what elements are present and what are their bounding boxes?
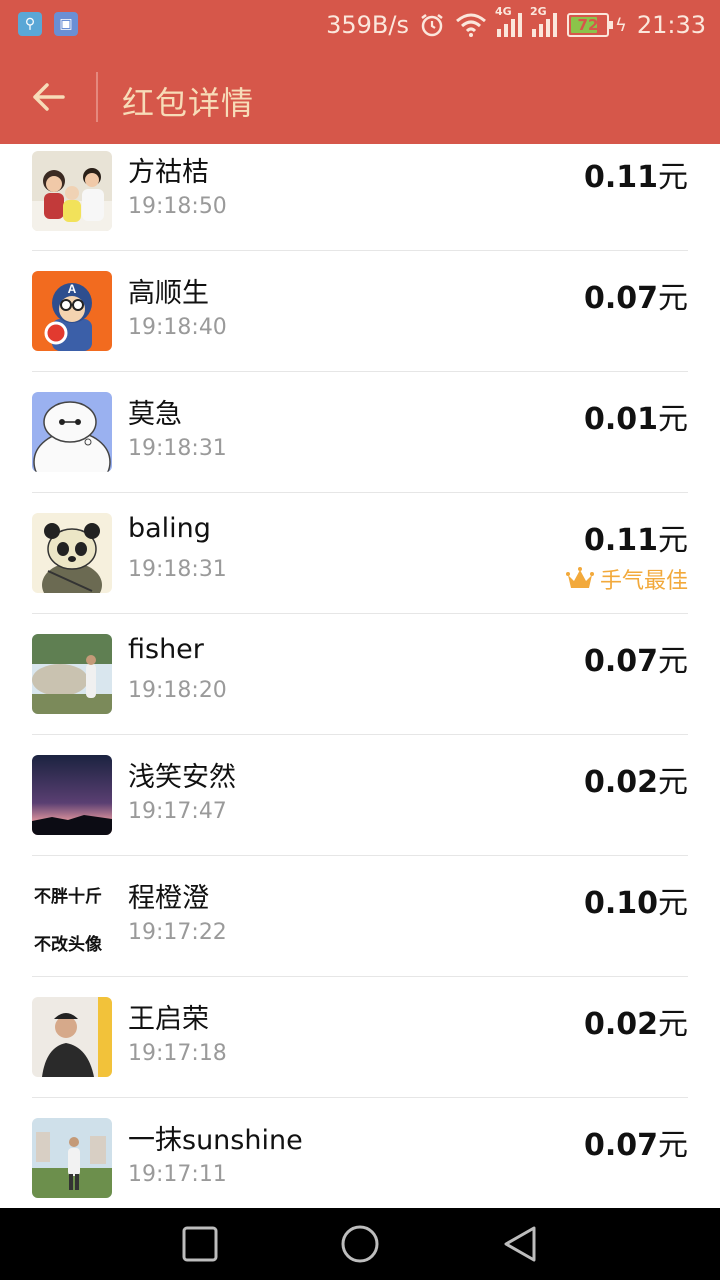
avatar — [32, 1118, 112, 1198]
net-speed: 359B/s — [326, 11, 409, 39]
back-icon[interactable] — [500, 1224, 540, 1264]
amount: 0.10元 — [583, 886, 688, 921]
list-item[interactable]: fisher 19:18:20 0.07元 — [0, 614, 720, 735]
back-button[interactable] — [20, 70, 76, 124]
user-name: 高顺生 — [128, 278, 209, 309]
battery-icon: 72 — [566, 13, 613, 37]
avatar — [32, 755, 112, 835]
list-item[interactable]: A 高顺生 19:18:40 0.07元 — [0, 251, 720, 372]
recent-apps-icon[interactable] — [180, 1224, 220, 1264]
avatar: 不胖十斤 不改头像 — [32, 876, 112, 956]
best-luck-label: 手气最佳 — [599, 569, 688, 594]
grab-time: 19:17:11 — [128, 1162, 227, 1187]
amount: 0.07元 — [583, 1128, 688, 1163]
home-icon[interactable] — [340, 1224, 380, 1264]
wifi-icon — [455, 13, 486, 37]
grab-time: 19:17:47 — [128, 799, 227, 824]
list-item[interactable]: 王启荣 19:17:18 0.02元 — [0, 977, 720, 1098]
user-name: fisher — [128, 634, 204, 665]
avatar — [32, 392, 112, 472]
grab-time: 19:18:50 — [128, 194, 227, 219]
list-item[interactable]: 浅笑安然 19:17:47 0.02元 — [0, 735, 720, 856]
grab-time: 19:18:31 — [128, 436, 227, 461]
avatar-text-line: 不改头像 — [34, 935, 102, 955]
amount: 0.11元 — [583, 523, 688, 558]
grab-time: 19:18:31 — [128, 557, 227, 582]
user-name: 程橙澄 — [128, 883, 209, 914]
grab-time: 19:18:20 — [128, 678, 227, 703]
app-bar: 红包详情 — [0, 50, 720, 144]
user-name: 王启荣 — [128, 1004, 209, 1035]
header-divider — [96, 72, 98, 122]
amount: 0.02元 — [583, 1007, 688, 1042]
avatar: A — [32, 271, 112, 351]
signal-icon: 4G — [495, 5, 522, 37]
avatar — [32, 997, 112, 1077]
best-luck-badge: 手气最佳 — [565, 563, 688, 595]
usb-icon: ⚲ — [18, 12, 42, 36]
avatar — [32, 151, 112, 231]
list-item[interactable]: baling 19:18:31 0.11元 手气最佳 — [0, 493, 720, 614]
avatar-text-line: 不胖十斤 — [34, 887, 102, 907]
svg-text:A: A — [68, 282, 77, 296]
signal-icon: 2G — [530, 5, 557, 37]
user-name: 方祜桔 — [128, 157, 209, 188]
user-name: 浅笑安然 — [128, 762, 236, 793]
avatar — [32, 513, 112, 593]
user-name: 一抹sunshine — [128, 1125, 303, 1156]
user-name: 莫急 — [128, 399, 182, 430]
battery-level: 72 — [577, 16, 599, 34]
list-item[interactable]: 莫急 19:18:31 0.01元 — [0, 372, 720, 493]
charging-icon: ϟ — [614, 14, 627, 36]
page-title: 红包详情 — [122, 84, 255, 122]
clock: 21:33 — [636, 11, 706, 39]
user-name: baling — [128, 513, 211, 544]
grab-time: 19:17:22 — [128, 920, 227, 945]
signal-4g-label: 4G — [494, 5, 512, 18]
crown-icon — [565, 567, 594, 588]
grab-time: 19:17:18 — [128, 1041, 227, 1066]
grab-time: 19:18:40 — [128, 315, 227, 340]
amount: 0.01元 — [583, 402, 688, 437]
arrow-left-icon — [33, 83, 65, 111]
system-nav-bar — [0, 1208, 720, 1280]
amount: 0.07元 — [583, 281, 688, 316]
signal-2g-label: 2G — [529, 5, 547, 18]
amount: 0.02元 — [583, 765, 688, 800]
list-item[interactable]: 方祜桔 19:18:50 0.11元 — [0, 144, 720, 251]
red-packet-record-list: 方祜桔 19:18:50 0.11元 A 高顺生 19:18:40 0.07元 … — [0, 144, 720, 1208]
avatar — [32, 634, 112, 714]
status-bar: ⚲ ▣ 359B/s 4G 2G 72 ϟ 21:33 — [0, 0, 720, 50]
list-item[interactable]: 一抹sunshine 19:17:11 0.07元 — [0, 1098, 720, 1208]
alarm-icon — [421, 14, 443, 37]
list-item[interactable]: 不胖十斤 不改头像 程橙澄 19:17:22 0.10元 — [0, 856, 720, 977]
image-icon: ▣ — [54, 12, 78, 36]
amount: 0.07元 — [583, 644, 688, 679]
amount: 0.11元 — [583, 160, 688, 195]
